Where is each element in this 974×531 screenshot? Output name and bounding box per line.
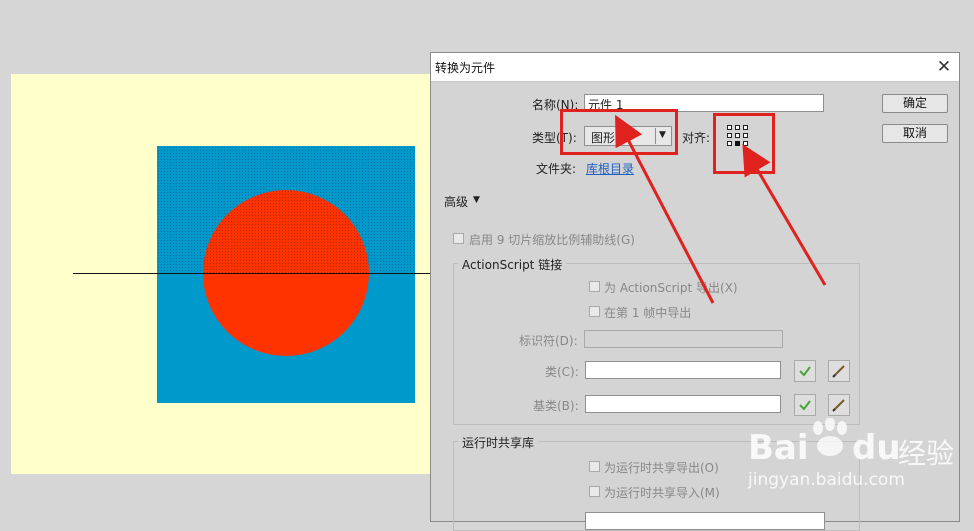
arrow-to-align — [742, 144, 827, 286]
watermark-url: jingyan.baidu.com — [748, 470, 905, 490]
paw-logo-icon — [813, 418, 847, 456]
watermark-brand: Bai — [748, 428, 809, 468]
watermark-brand-2: du — [852, 428, 901, 468]
baidu-watermark: Bai du 经验 jingyan.baidu.com — [748, 418, 968, 513]
watermark-brand-cn: 经验 — [898, 437, 955, 470]
arrow-to-type — [615, 114, 715, 304]
